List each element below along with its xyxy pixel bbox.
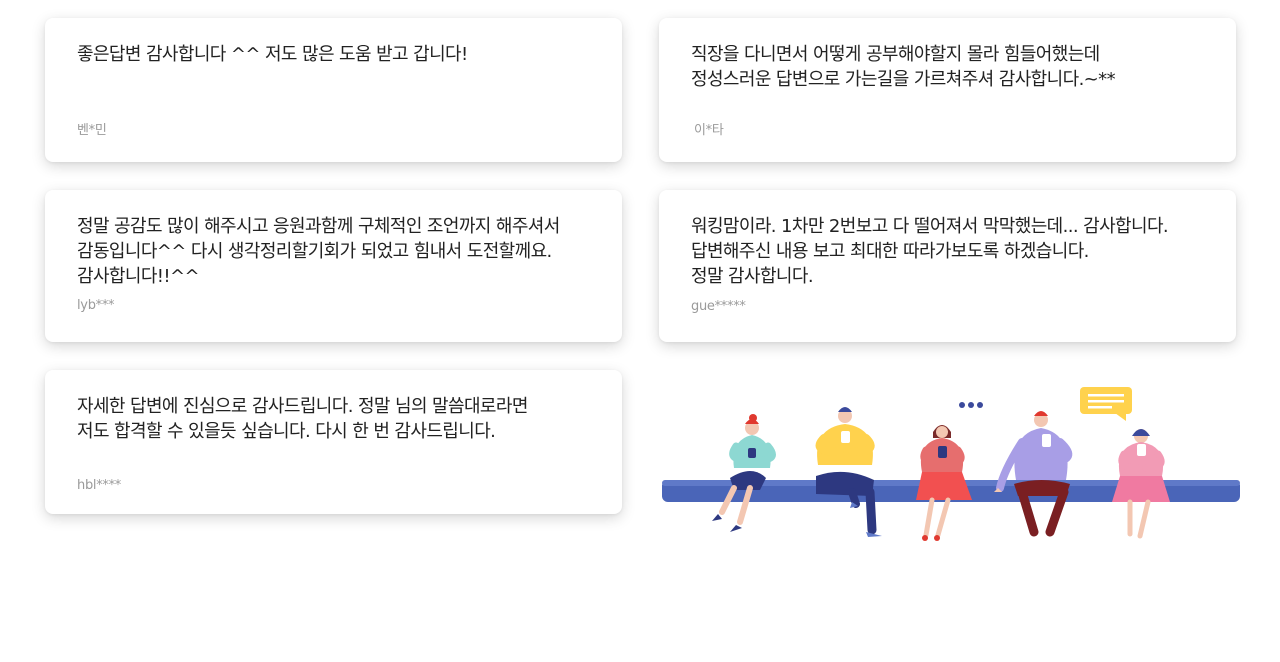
review-author: 이*타	[694, 123, 724, 138]
review-author: gue*****	[691, 299, 746, 314]
review-text: 워킹맘이라. 1차만 2번보고 다 떨어져서 막막했는데... 감사합니다. 답…	[691, 216, 1169, 287]
review-author: lyb***	[77, 298, 115, 313]
typing-dots-icon	[959, 402, 983, 408]
review-card: 좋은답변 감사합니다 ^^ 저도 많은 도움 받고 갑니다! 벤*민	[45, 18, 622, 162]
review-text: 자세한 답변에 진심으로 감사드립니다. 정말 님의 말씀대로라면 저도 합격할…	[77, 396, 528, 442]
review-card: 워킹맘이라. 1차만 2번보고 다 떨어져서 막막했는데... 감사합니다. 답…	[659, 190, 1236, 342]
review-text: 직장을 다니면서 어떻게 공부해야할지 몰라 힘들어했는데 정성스러운 답변으로…	[691, 44, 1116, 90]
review-card: 자세한 답변에 진심으로 감사드립니다. 정말 님의 말씀대로라면 저도 합격할…	[45, 370, 622, 514]
review-card: 정말 공감도 많이 해주시고 응원과함께 구체적인 조언까지 해주셔서 감동입니…	[45, 190, 622, 342]
review-card: 직장을 다니면서 어떻게 공부해야할지 몰라 힘들어했는데 정성스러운 답변으로…	[659, 18, 1236, 162]
person-4	[994, 411, 1073, 537]
person-1	[712, 414, 776, 532]
review-text: 정말 공감도 많이 해주시고 응원과함께 구체적인 조언까지 해주셔서 감동입니…	[77, 216, 560, 287]
review-author: hbl****	[77, 478, 122, 493]
person-5	[1112, 429, 1170, 539]
person-2	[815, 407, 882, 537]
review-author: 벤*민	[77, 123, 107, 138]
review-text: 좋은답변 감사합니다 ^^ 저도 많은 도움 받고 갑니다!	[77, 44, 468, 65]
person-3	[916, 425, 972, 541]
people-on-bench-illustration	[662, 387, 1240, 541]
speech-bubble-icon	[1080, 387, 1132, 421]
